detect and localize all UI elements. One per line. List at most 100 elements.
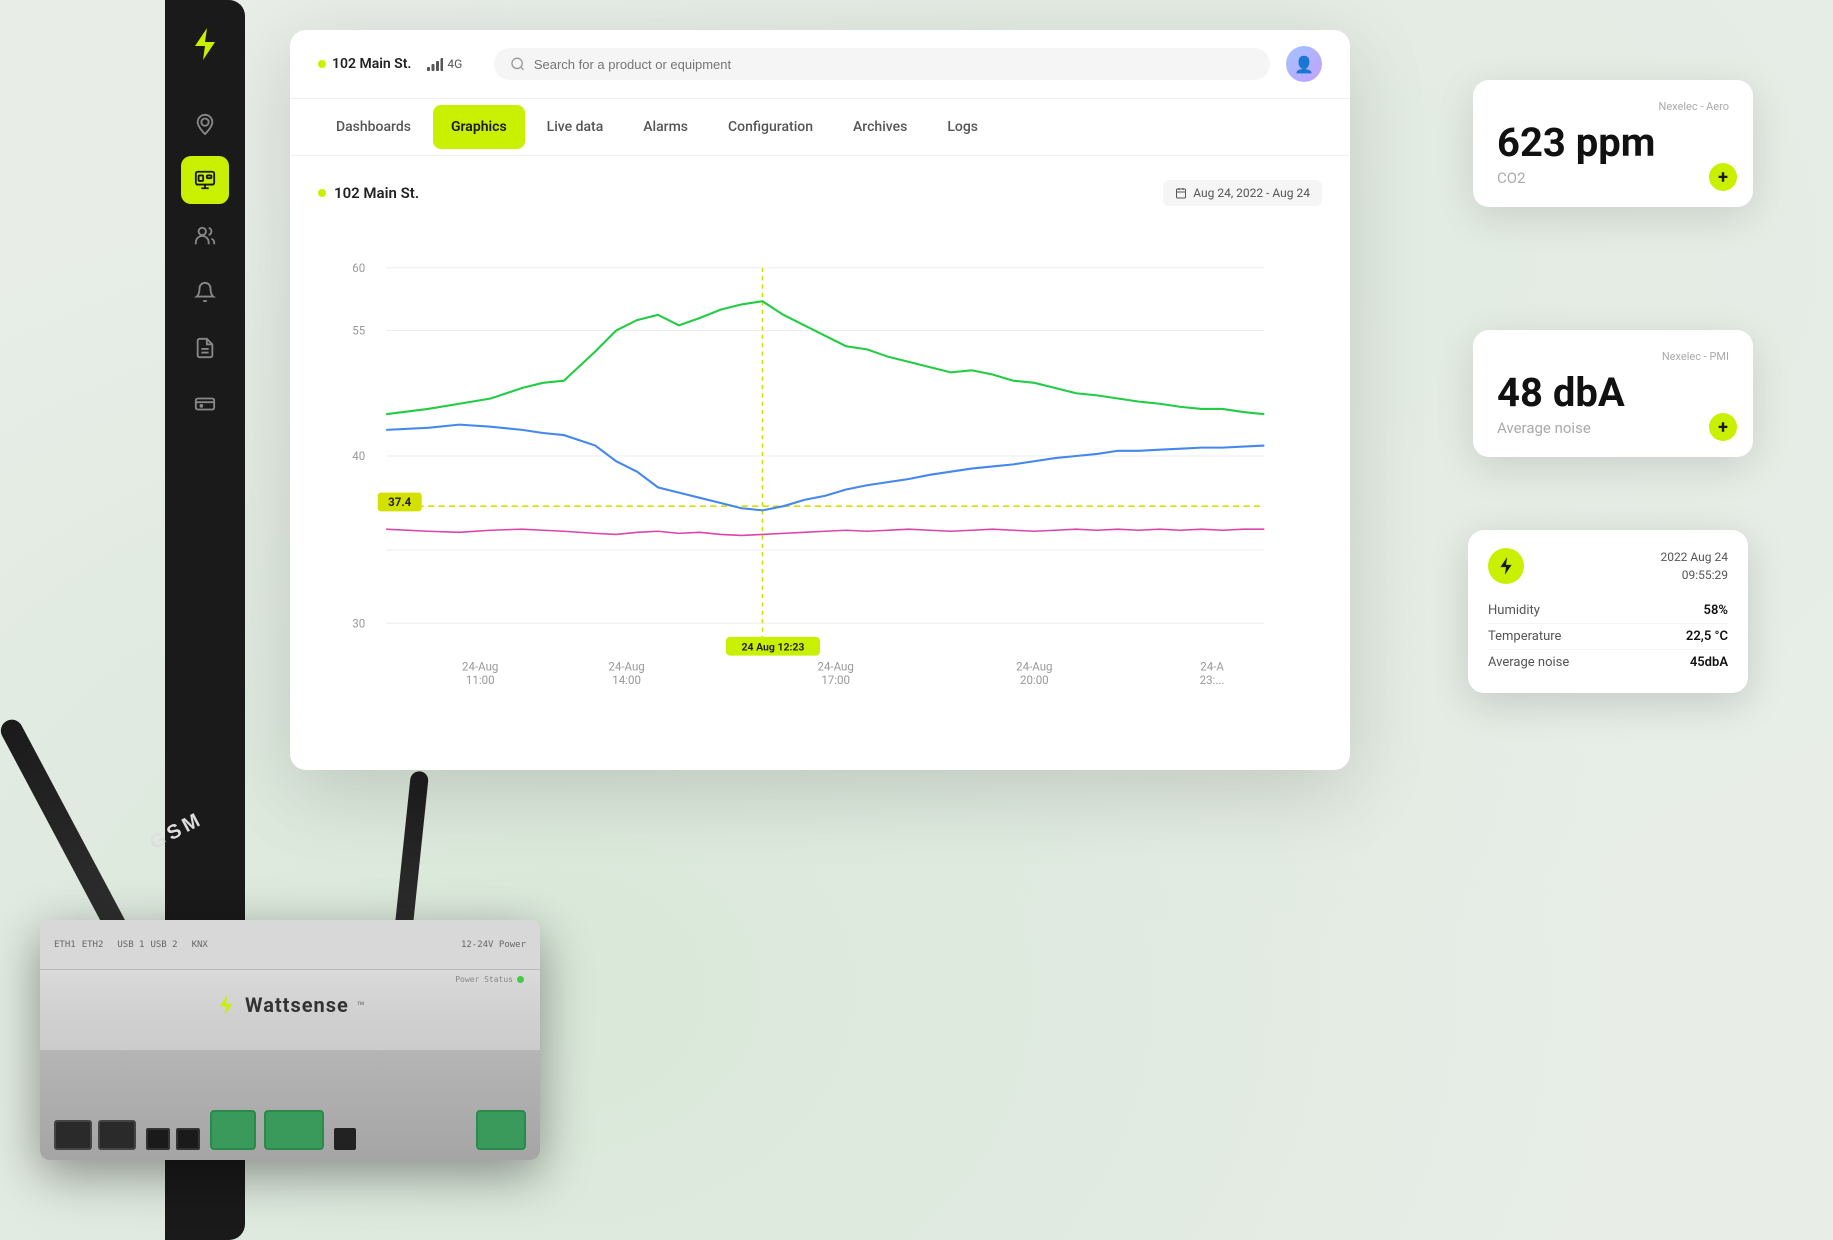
tooltip-time: 2022 Aug 24 09:55:29 (1660, 548, 1728, 584)
chart-title-dot (318, 189, 326, 197)
date-range-picker[interactable]: Aug 24, 2022 - Aug 24 (1163, 180, 1322, 206)
app-header: 102 Main St. 4G 👤 (290, 30, 1350, 99)
tooltip-row-noise: Average noise 45dbA (1488, 650, 1728, 675)
device-label-knx: KNX (192, 940, 208, 950)
signal-text: 4G (447, 57, 462, 71)
svg-text:17:00: 17:00 (821, 673, 850, 686)
chart-container: 60 55 40 30 37.4 24 Aug 12: (318, 226, 1322, 686)
chart-svg: 60 55 40 30 37.4 24 Aug 12: (318, 226, 1322, 686)
usb-port-1 (146, 1128, 170, 1150)
svg-text:11:00: 11:00 (466, 673, 495, 686)
sidebar-item-users[interactable] (181, 212, 229, 260)
location-dot (318, 60, 326, 68)
tooltip-temperature-value: 22,5 °C (1686, 629, 1728, 644)
device-brand: Wattsense ™ (215, 993, 365, 1017)
app-window: 102 Main St. 4G 👤 Dashboards Graphics (290, 30, 1350, 770)
card-co2-plus-button[interactable]: + (1709, 163, 1737, 191)
location-text: 102 Main St. (332, 56, 411, 72)
card-co2-value: 623 ppm (1497, 121, 1729, 165)
svg-text:55: 55 (352, 324, 365, 338)
tab-graphics[interactable]: Graphics (433, 105, 525, 149)
svg-text:40: 40 (352, 449, 365, 463)
device-component-1 (334, 1128, 356, 1150)
brand-name: Wattsense (245, 993, 349, 1017)
brand-logo-icon (215, 994, 237, 1016)
nav-tabs: Dashboards Graphics Live data Alarms Con… (290, 99, 1350, 156)
sidebar-item-location[interactable] (181, 100, 229, 148)
search-input[interactable] (534, 57, 1254, 72)
usb-port-2 (176, 1128, 200, 1150)
card-noise: Nexelec - PMI 48 dbA Average noise + (1473, 330, 1753, 457)
svg-text:24-Aug: 24-Aug (1016, 659, 1052, 673)
green-connectors (210, 1110, 324, 1150)
svg-text:24-Aug: 24-Aug (462, 659, 498, 673)
device-body: ETH1 ETH2 USB 1 USB 2 KNX 12-24V Power W… (40, 920, 540, 1160)
card-co2-source: Nexelec - Aero (1497, 100, 1729, 113)
usb-ports (146, 1128, 200, 1150)
tooltip-noise-label: Average noise (1488, 655, 1569, 670)
device-label-usb1: USB 1 (117, 940, 144, 950)
sidebar-item-network[interactable] (181, 380, 229, 428)
tooltip-noise-value: 45dbA (1690, 655, 1728, 670)
ethernet-ports (54, 1120, 136, 1150)
chart-header: 102 Main St. Aug 24, 2022 - Aug 24 (318, 180, 1322, 206)
card-co2-label: CO2 (1497, 169, 1729, 187)
card-co2: Nexelec - Aero 623 ppm CO2 + (1473, 80, 1753, 207)
location-badge[interactable]: 102 Main St. (318, 56, 411, 72)
status-lights: Power Status (455, 975, 524, 984)
tooltip-humidity-label: Humidity (1488, 603, 1540, 618)
device-ports (54, 1064, 526, 1150)
svg-text:37.4: 37.4 (388, 495, 412, 509)
tooltip-header: 2022 Aug 24 09:55:29 (1488, 548, 1728, 584)
search-bar[interactable] (494, 48, 1270, 80)
eth-port-2 (98, 1120, 136, 1150)
status-row-1: Power Status (455, 975, 524, 984)
svg-text:20:00: 20:00 (1020, 673, 1049, 686)
tooltip-row-temperature: Temperature 22,5 °C (1488, 624, 1728, 650)
calendar-icon (1175, 187, 1187, 199)
svg-text:30: 30 (352, 616, 365, 630)
card-noise-value: 48 dbA (1497, 371, 1729, 415)
signal-badge: 4G (427, 57, 462, 71)
chart-title: 102 Main St. (318, 184, 419, 202)
svg-text:23:...: 23:... (1200, 673, 1225, 686)
eth-port-1 (54, 1120, 92, 1150)
tab-logs[interactable]: Logs (929, 105, 996, 149)
tab-archives[interactable]: Archives (835, 105, 925, 149)
status-led-green (517, 976, 524, 983)
device-label-eth2: ETH2 (82, 940, 104, 950)
svg-text:24-A: 24-A (1200, 659, 1224, 673)
green-connector-3 (476, 1110, 526, 1150)
logo (181, 20, 229, 68)
avatar[interactable]: 👤 (1286, 46, 1322, 82)
svg-text:14:00: 14:00 (612, 673, 641, 686)
brand-trademark: ™ (357, 1000, 365, 1015)
tab-dashboards[interactable]: Dashboards (318, 105, 429, 149)
device-label-usb2: USB 2 (150, 940, 177, 950)
card-noise-source: Nexelec - PMI (1497, 350, 1729, 363)
device-container: GSM ETH1 ETH2 USB 1 USB 2 KNX 12-24V Pow… (0, 920, 560, 1160)
date-range-text: Aug 24, 2022 - Aug 24 (1193, 186, 1310, 200)
tooltip-icon (1488, 548, 1524, 584)
tooltip-card: 2022 Aug 24 09:55:29 Humidity 58% Temper… (1468, 530, 1748, 693)
svg-text:24 Aug 12:23: 24 Aug 12:23 (742, 640, 805, 653)
card-noise-plus-button[interactable]: + (1709, 413, 1737, 441)
svg-text:24-Aug: 24-Aug (818, 659, 854, 673)
chart-title-text: 102 Main St. (334, 184, 419, 202)
sidebar-item-devices[interactable] (181, 156, 229, 204)
device-port-area (40, 1050, 540, 1160)
svg-text:60: 60 (352, 261, 365, 275)
sidebar-item-reports[interactable] (181, 324, 229, 372)
tab-live-data[interactable]: Live data (529, 105, 622, 149)
device-label-eth1: ETH1 (54, 940, 76, 950)
tab-alarms[interactable]: Alarms (625, 105, 706, 149)
card-noise-label: Average noise (1497, 419, 1729, 437)
chart-area: 102 Main St. Aug 24, 2022 - Aug 24 (290, 156, 1350, 710)
tooltip-humidity-value: 58% (1704, 603, 1728, 618)
device-top-panel: ETH1 ETH2 USB 1 USB 2 KNX 12-24V Power (40, 920, 540, 970)
sidebar-item-alerts[interactable] (181, 268, 229, 316)
green-connector-2 (264, 1110, 324, 1150)
status-label-1: Power Status (455, 975, 513, 984)
tooltip-row-humidity: Humidity 58% (1488, 598, 1728, 624)
tab-configuration[interactable]: Configuration (710, 105, 831, 149)
